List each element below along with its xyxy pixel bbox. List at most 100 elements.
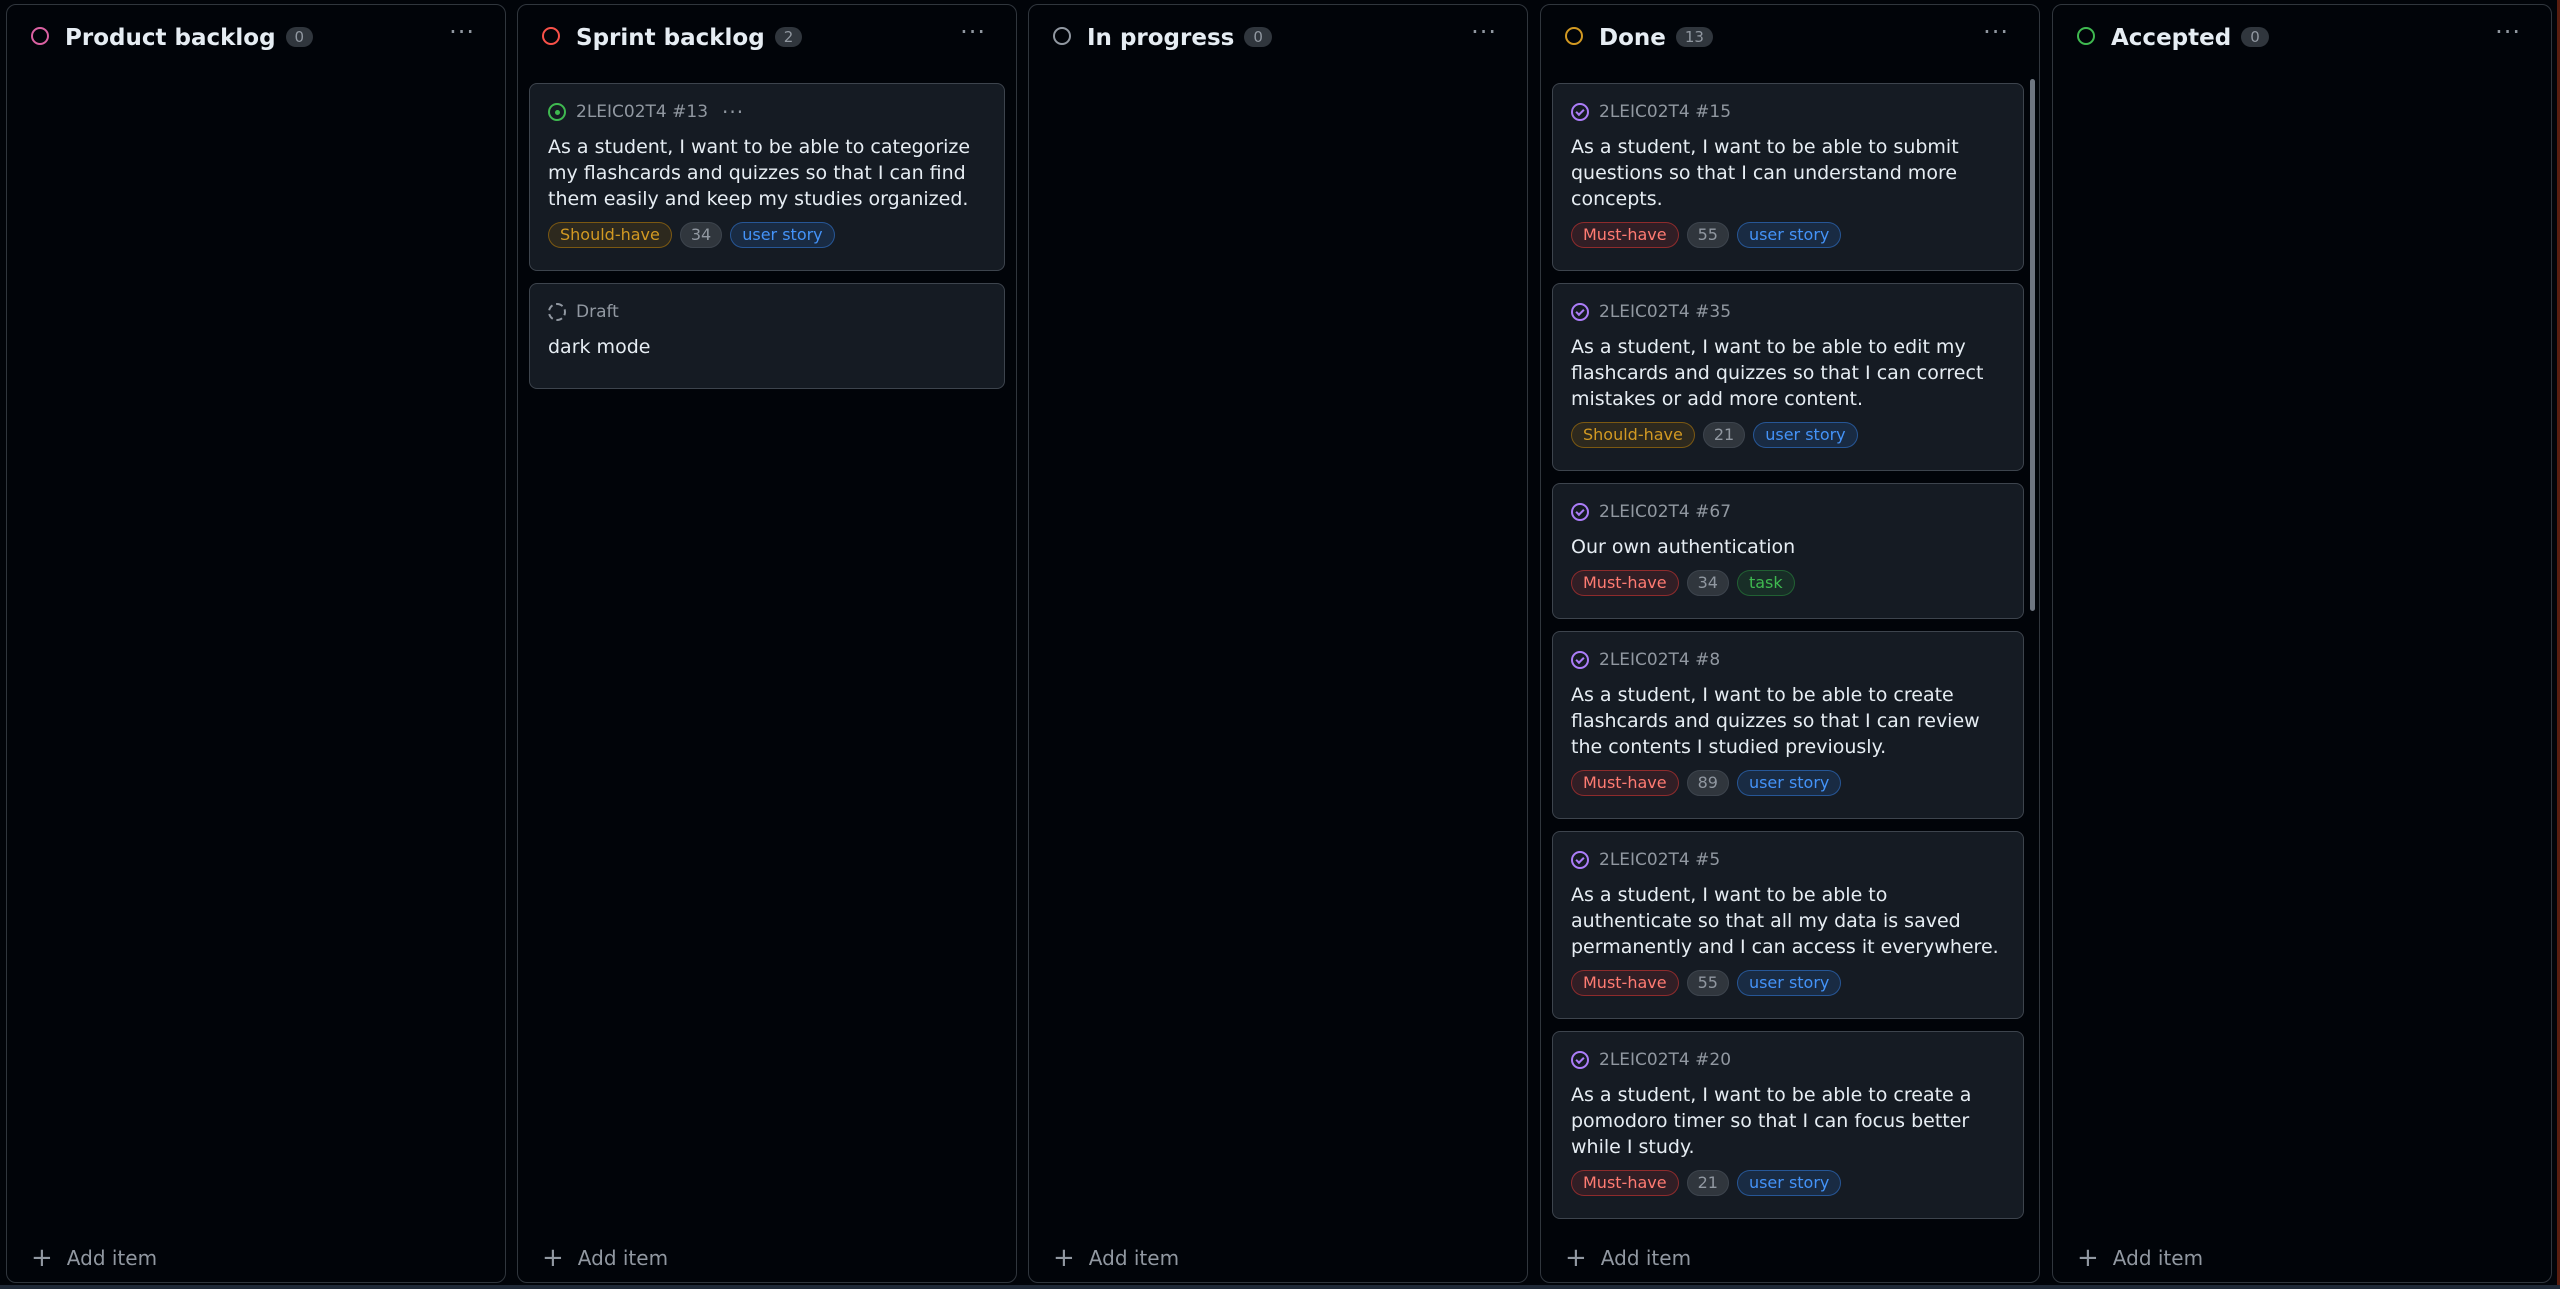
status-circle-icon <box>542 27 560 45</box>
status-circle-icon <box>31 27 49 45</box>
card-header: 2LEIC02T4 #13 ··· <box>548 100 986 124</box>
add-item-button[interactable]: + Add item <box>31 1243 158 1273</box>
draft-card[interactable]: Draft dark mode <box>529 283 1005 389</box>
issue-card[interactable]: 2LEIC02T4 #20 As a student, I want to be… <box>1552 1031 2024 1219</box>
card-title[interactable]: As a student, I want to be able to creat… <box>1571 682 2005 760</box>
issue-card[interactable]: 2LEIC02T4 #15 As a student, I want to be… <box>1552 83 2024 271</box>
card-title[interactable]: As a student, I want to be able to authe… <box>1571 882 2005 960</box>
card-menu-icon[interactable]: ··· <box>722 100 744 124</box>
open-issue-icon <box>548 103 566 121</box>
column-title: Accepted 0 <box>2111 25 2269 51</box>
card-list: 2LEIC02T4 #15 As a student, I want to be… <box>1552 83 2024 1222</box>
type-label[interactable]: user story <box>730 222 835 248</box>
card-header: 2LEIC02T4 #35 <box>1571 300 2005 324</box>
column-title: Sprint backlog 2 <box>576 25 803 51</box>
closed-issue-icon <box>1571 651 1589 669</box>
add-item-label: Add item <box>1600 1246 1692 1270</box>
column-menu-icon[interactable]: ··· <box>1471 20 1497 44</box>
column-done: Done 13 ··· 2LEIC02T4 #15 As a student, I… <box>1540 4 2040 1283</box>
add-item-button[interactable]: + Add item <box>1565 1243 1692 1273</box>
points-label[interactable]: 34 <box>679 222 723 248</box>
card-title[interactable]: As a student, I want to be able to creat… <box>1571 1082 2005 1160</box>
card-header: Draft <box>548 300 986 324</box>
issue-card[interactable]: 2LEIC02T4 #35 As a student, I want to be… <box>1552 283 2024 471</box>
status-circle-icon <box>1053 27 1071 45</box>
add-item-label: Add item <box>66 1246 158 1270</box>
points-label[interactable]: 21 <box>1702 422 1746 448</box>
add-item-button[interactable]: + Add item <box>542 1243 669 1273</box>
card-header: 2LEIC02T4 #8 <box>1571 648 2005 672</box>
issue-card[interactable]: 2LEIC02T4 #5 As a student, I want to be … <box>1552 831 2024 1019</box>
points-label[interactable]: 34 <box>1686 570 1729 596</box>
priority-label[interactable]: Should-have <box>548 222 672 248</box>
priority-label[interactable]: Must-have <box>1571 570 1679 596</box>
priority-label[interactable]: Must-have <box>1571 770 1679 796</box>
closed-issue-icon <box>1571 1051 1589 1069</box>
issue-card[interactable]: 2LEIC02T4 #8 As a student, I want to be … <box>1552 631 2024 819</box>
issue-reference[interactable]: 2LEIC02T4 #20 <box>1599 1050 1731 1070</box>
add-item-label: Add item <box>2112 1246 2204 1270</box>
type-label[interactable]: user story <box>1736 222 1842 248</box>
column-menu-icon[interactable]: ··· <box>960 20 986 44</box>
priority-label[interactable]: Must-have <box>1571 222 1679 248</box>
card-list: 2LEIC02T4 #13 ··· As a student, I want t… <box>529 83 1005 1222</box>
column-menu-icon[interactable]: ··· <box>1983 20 2009 44</box>
closed-issue-icon <box>1571 851 1589 869</box>
card-labels: Should-have 34 user story <box>548 222 986 248</box>
card-title[interactable]: Our own authentication <box>1571 534 2005 560</box>
column-product-backlog: Product backlog 0 ··· + Add item <box>6 4 506 1283</box>
column-count: 0 <box>2241 27 2269 47</box>
card-labels: Must-have 21 user story <box>1571 1170 2005 1196</box>
plus-icon: + <box>1565 1243 1587 1273</box>
priority-label[interactable]: Must-have <box>1571 970 1679 996</box>
draft-label: Draft <box>576 302 619 322</box>
plus-icon: + <box>2077 1243 2099 1273</box>
type-label[interactable]: user story <box>1736 1170 1842 1196</box>
card-title[interactable]: As a student, I want to be able to categ… <box>548 134 986 212</box>
card-title[interactable]: As a student, I want to be able to submi… <box>1571 134 2005 212</box>
issue-card[interactable]: 2LEIC02T4 #67 Our own authentication Mus… <box>1552 483 2024 619</box>
add-item-label: Add item <box>577 1246 669 1270</box>
status-circle-icon <box>2077 27 2095 45</box>
issue-card[interactable]: 2LEIC02T4 #13 ··· As a student, I want t… <box>529 83 1005 271</box>
column-header: Product backlog 0 ··· <box>7 5 505 75</box>
priority-label[interactable]: Should-have <box>1571 422 1695 448</box>
points-label[interactable]: 21 <box>1686 1170 1729 1196</box>
priority-label[interactable]: Must-have <box>1571 1170 1679 1196</box>
column-count: 2 <box>774 27 803 47</box>
points-label[interactable]: 55 <box>1686 970 1729 996</box>
points-label[interactable]: 55 <box>1686 222 1729 248</box>
column-menu-icon[interactable]: ··· <box>449 20 475 44</box>
scrollbar[interactable] <box>2030 79 2035 611</box>
card-title[interactable]: dark mode <box>548 334 986 360</box>
plus-icon: + <box>31 1243 53 1273</box>
type-label[interactable]: user story <box>1753 422 1858 448</box>
column-menu-icon[interactable]: ··· <box>2495 20 2521 44</box>
type-label[interactable]: user story <box>1736 770 1842 796</box>
issue-reference[interactable]: 2LEIC02T4 #15 <box>1599 102 1731 122</box>
issue-reference[interactable]: 2LEIC02T4 #35 <box>1599 302 1731 322</box>
issue-reference[interactable]: 2LEIC02T4 #13 <box>576 102 708 122</box>
card-header: 2LEIC02T4 #15 <box>1571 100 2005 124</box>
card-labels: Must-have 34 task <box>1571 570 2005 596</box>
column-accepted: Accepted 0 ··· + Add item <box>2052 4 2552 1283</box>
add-item-button[interactable]: + Add item <box>2077 1243 2204 1273</box>
points-label[interactable]: 89 <box>1686 770 1729 796</box>
type-label[interactable]: user story <box>1736 970 1842 996</box>
column-header: Done 13 ··· <box>1541 5 2039 75</box>
plus-icon: + <box>542 1243 564 1273</box>
type-label[interactable]: task <box>1736 570 1795 596</box>
column-count: 0 <box>1244 27 1272 47</box>
issue-reference[interactable]: 2LEIC02T4 #5 <box>1599 850 1720 870</box>
card-labels: Must-have 89 user story <box>1571 770 2005 796</box>
column-in-progress: In progress 0 ··· + Add item <box>1028 4 1528 1283</box>
add-item-button[interactable]: + Add item <box>1053 1245 1179 1271</box>
column-header: In progress 0 ··· <box>1029 5 1527 75</box>
closed-issue-icon <box>1571 503 1589 521</box>
draft-icon <box>548 303 566 321</box>
column-title: Done 13 <box>1599 25 1713 51</box>
issue-reference[interactable]: 2LEIC02T4 #8 <box>1599 650 1720 670</box>
card-labels: Should-have 21 user story <box>1571 422 2005 448</box>
issue-reference[interactable]: 2LEIC02T4 #67 <box>1599 502 1731 522</box>
card-title[interactable]: As a student, I want to be able to edit … <box>1571 334 2005 412</box>
